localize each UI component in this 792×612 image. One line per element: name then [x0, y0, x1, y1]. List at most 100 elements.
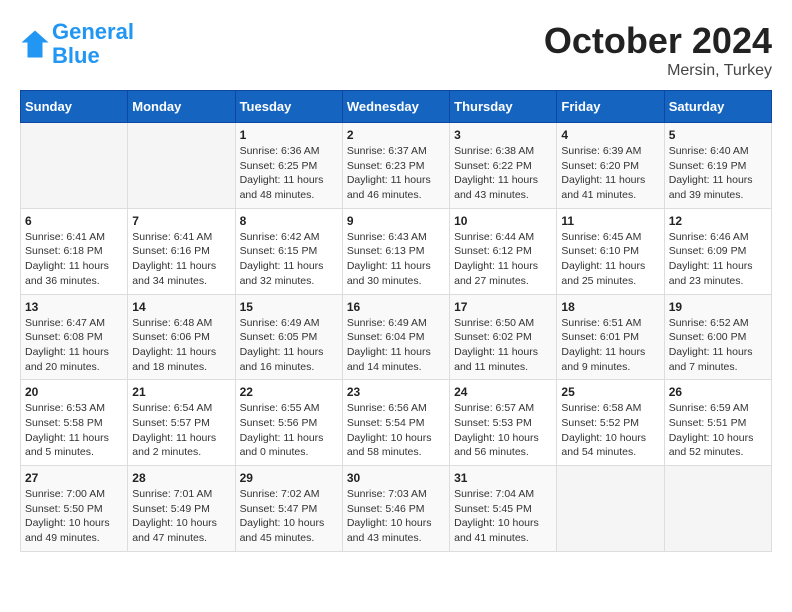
day-info: Sunrise: 6:57 AMSunset: 5:53 PMDaylight:…: [454, 402, 539, 458]
calendar-week-row: 1Sunrise: 6:36 AMSunset: 6:25 PMDaylight…: [21, 123, 772, 209]
calendar-day-cell: 29Sunrise: 7:02 AMSunset: 5:47 PMDayligh…: [235, 466, 342, 552]
day-number: 15: [240, 300, 338, 314]
day-info: Sunrise: 7:00 AMSunset: 5:50 PMDaylight:…: [25, 488, 110, 544]
day-info: Sunrise: 7:02 AMSunset: 5:47 PMDaylight:…: [240, 488, 325, 544]
calendar-day-cell: 3 Sunrise: 6:38 AMSunset: 6:22 PMDaylight…: [450, 123, 557, 209]
calendar-day-cell: 12 Sunrise: 6:46 AMSunset: 6:09 PMDayligh…: [664, 208, 771, 294]
day-number: 5: [669, 128, 767, 142]
day-number: 8: [240, 214, 338, 228]
day-info: Sunrise: 6:40 AMSunset: 6:19 PMDaylight:…: [669, 145, 753, 201]
day-info: Sunrise: 6:42 AMSunset: 6:15 PMDaylight:…: [240, 231, 324, 287]
calendar-day-cell: 11 Sunrise: 6:45 AMSunset: 6:10 PMDayligh…: [557, 208, 664, 294]
day-info: Sunrise: 6:44 AMSunset: 6:12 PMDaylight:…: [454, 231, 538, 287]
day-number: 30: [347, 471, 445, 485]
calendar-day-cell: 7 Sunrise: 6:41 AMSunset: 6:16 PMDaylight…: [128, 208, 235, 294]
day-info: Sunrise: 6:53 AMSunset: 5:58 PMDaylight:…: [25, 402, 109, 458]
day-number: 31: [454, 471, 552, 485]
calendar-day-cell: 31 Sunrise: 7:04 AMSunset: 5:45 PMDayligh…: [450, 466, 557, 552]
day-info: Sunrise: 6:48 AMSunset: 6:06 PMDaylight:…: [132, 317, 216, 373]
calendar-day-cell: [557, 466, 664, 552]
day-number: 2: [347, 128, 445, 142]
calendar-header-row: SundayMondayTuesdayWednesdayThursdayFrid…: [21, 91, 772, 123]
calendar-day-cell: 15 Sunrise: 6:49 AMSunset: 6:05 PMDayligh…: [235, 294, 342, 380]
calendar-day-cell: 26 Sunrise: 6:59 AMSunset: 5:51 PMDayligh…: [664, 380, 771, 466]
day-info: Sunrise: 6:55 AMSunset: 5:56 PMDaylight:…: [240, 402, 324, 458]
day-info: Sunrise: 6:54 AMSunset: 5:57 PMDaylight:…: [132, 402, 216, 458]
day-info: Sunrise: 6:47 AMSunset: 6:08 PMDaylight:…: [25, 317, 109, 373]
logo-text: General Blue: [52, 20, 134, 68]
calendar-day-cell: 16 Sunrise: 6:49 AMSunset: 6:04 PMDayligh…: [342, 294, 449, 380]
calendar-week-row: 27Sunrise: 7:00 AMSunset: 5:50 PMDayligh…: [21, 466, 772, 552]
day-number: 16: [347, 300, 445, 314]
calendar-day-cell: 22 Sunrise: 6:55 AMSunset: 5:56 PMDayligh…: [235, 380, 342, 466]
calendar-day-cell: 13 Sunrise: 6:47 AMSunset: 6:08 PMDayligh…: [21, 294, 128, 380]
calendar-day-cell: [664, 466, 771, 552]
calendar-day-cell: 6Sunrise: 6:41 AMSunset: 6:18 PMDaylight…: [21, 208, 128, 294]
day-info: Sunrise: 6:41 AMSunset: 6:16 PMDaylight:…: [132, 231, 216, 287]
calendar-day-cell: 20 Sunrise: 6:53 AMSunset: 5:58 PMDayligh…: [21, 380, 128, 466]
calendar-day-cell: 21 Sunrise: 6:54 AMSunset: 5:57 PMDayligh…: [128, 380, 235, 466]
day-info: Sunrise: 6:49 AMSunset: 6:04 PMDaylight:…: [347, 317, 431, 373]
day-info: Sunrise: 7:04 AMSunset: 5:45 PMDaylight:…: [454, 488, 539, 544]
day-info: Sunrise: 6:50 AMSunset: 6:02 PMDaylight:…: [454, 317, 538, 373]
calendar-week-row: 13 Sunrise: 6:47 AMSunset: 6:08 PMDayligh…: [21, 294, 772, 380]
calendar-week-row: 20 Sunrise: 6:53 AMSunset: 5:58 PMDayligh…: [21, 380, 772, 466]
day-header-saturday: Saturday: [664, 91, 771, 123]
day-info: Sunrise: 6:52 AMSunset: 6:00 PMDaylight:…: [669, 317, 753, 373]
logo-icon: [20, 29, 50, 59]
day-number: 4: [561, 128, 659, 142]
logo-line2: Blue: [52, 43, 100, 68]
day-info: Sunrise: 6:38 AMSunset: 6:22 PMDaylight:…: [454, 145, 538, 201]
location-subtitle: Mersin, Turkey: [544, 62, 772, 80]
day-number: 19: [669, 300, 767, 314]
day-info: Sunrise: 6:51 AMSunset: 6:01 PMDaylight:…: [561, 317, 645, 373]
day-number: 20: [25, 385, 123, 399]
day-info: Sunrise: 6:49 AMSunset: 6:05 PMDaylight:…: [240, 317, 324, 373]
calendar-day-cell: 17Sunrise: 6:50 AMSunset: 6:02 PMDayligh…: [450, 294, 557, 380]
calendar-day-cell: 1Sunrise: 6:36 AMSunset: 6:25 PMDaylight…: [235, 123, 342, 209]
day-info: Sunrise: 6:56 AMSunset: 5:54 PMDaylight:…: [347, 402, 432, 458]
calendar-day-cell: 5 Sunrise: 6:40 AMSunset: 6:19 PMDaylight…: [664, 123, 771, 209]
day-number: 1: [240, 128, 338, 142]
calendar-table: SundayMondayTuesdayWednesdayThursdayFrid…: [20, 90, 772, 552]
day-info: Sunrise: 6:46 AMSunset: 6:09 PMDaylight:…: [669, 231, 753, 287]
day-number: 3: [454, 128, 552, 142]
page-header: General Blue October 2024 Mersin, Turkey: [20, 20, 772, 80]
day-header-friday: Friday: [557, 91, 664, 123]
day-number: 18: [561, 300, 659, 314]
day-info: Sunrise: 6:37 AMSunset: 6:23 PMDaylight:…: [347, 145, 431, 201]
calendar-day-cell: 2 Sunrise: 6:37 AMSunset: 6:23 PMDaylight…: [342, 123, 449, 209]
day-number: 7: [132, 214, 230, 228]
calendar-day-cell: [128, 123, 235, 209]
day-info: Sunrise: 7:03 AMSunset: 5:46 PMDaylight:…: [347, 488, 432, 544]
day-number: 25: [561, 385, 659, 399]
day-number: 6: [25, 214, 123, 228]
day-number: 28: [132, 471, 230, 485]
day-number: 10: [454, 214, 552, 228]
calendar-day-cell: 28Sunrise: 7:01 AMSunset: 5:49 PMDayligh…: [128, 466, 235, 552]
day-number: 14: [132, 300, 230, 314]
day-number: 12: [669, 214, 767, 228]
day-header-thursday: Thursday: [450, 91, 557, 123]
day-number: 26: [669, 385, 767, 399]
calendar-week-row: 6Sunrise: 6:41 AMSunset: 6:18 PMDaylight…: [21, 208, 772, 294]
day-number: 23: [347, 385, 445, 399]
month-title: October 2024: [544, 20, 772, 62]
day-header-tuesday: Tuesday: [235, 91, 342, 123]
calendar-day-cell: 23 Sunrise: 6:56 AMSunset: 5:54 PMDayligh…: [342, 380, 449, 466]
calendar-day-cell: 10 Sunrise: 6:44 AMSunset: 6:12 PMDayligh…: [450, 208, 557, 294]
calendar-day-cell: 8 Sunrise: 6:42 AMSunset: 6:15 PMDaylight…: [235, 208, 342, 294]
day-header-monday: Monday: [128, 91, 235, 123]
calendar-day-cell: 25 Sunrise: 6:58 AMSunset: 5:52 PMDayligh…: [557, 380, 664, 466]
day-number: 21: [132, 385, 230, 399]
calendar-day-cell: 4 Sunrise: 6:39 AMSunset: 6:20 PMDaylight…: [557, 123, 664, 209]
day-number: 9: [347, 214, 445, 228]
day-header-wednesday: Wednesday: [342, 91, 449, 123]
day-number: 11: [561, 214, 659, 228]
day-info: Sunrise: 6:45 AMSunset: 6:10 PMDaylight:…: [561, 231, 645, 287]
day-info: Sunrise: 6:39 AMSunset: 6:20 PMDaylight:…: [561, 145, 645, 201]
day-number: 13: [25, 300, 123, 314]
day-info: Sunrise: 6:59 AMSunset: 5:51 PMDaylight:…: [669, 402, 754, 458]
day-info: Sunrise: 6:58 AMSunset: 5:52 PMDaylight:…: [561, 402, 646, 458]
day-number: 22: [240, 385, 338, 399]
